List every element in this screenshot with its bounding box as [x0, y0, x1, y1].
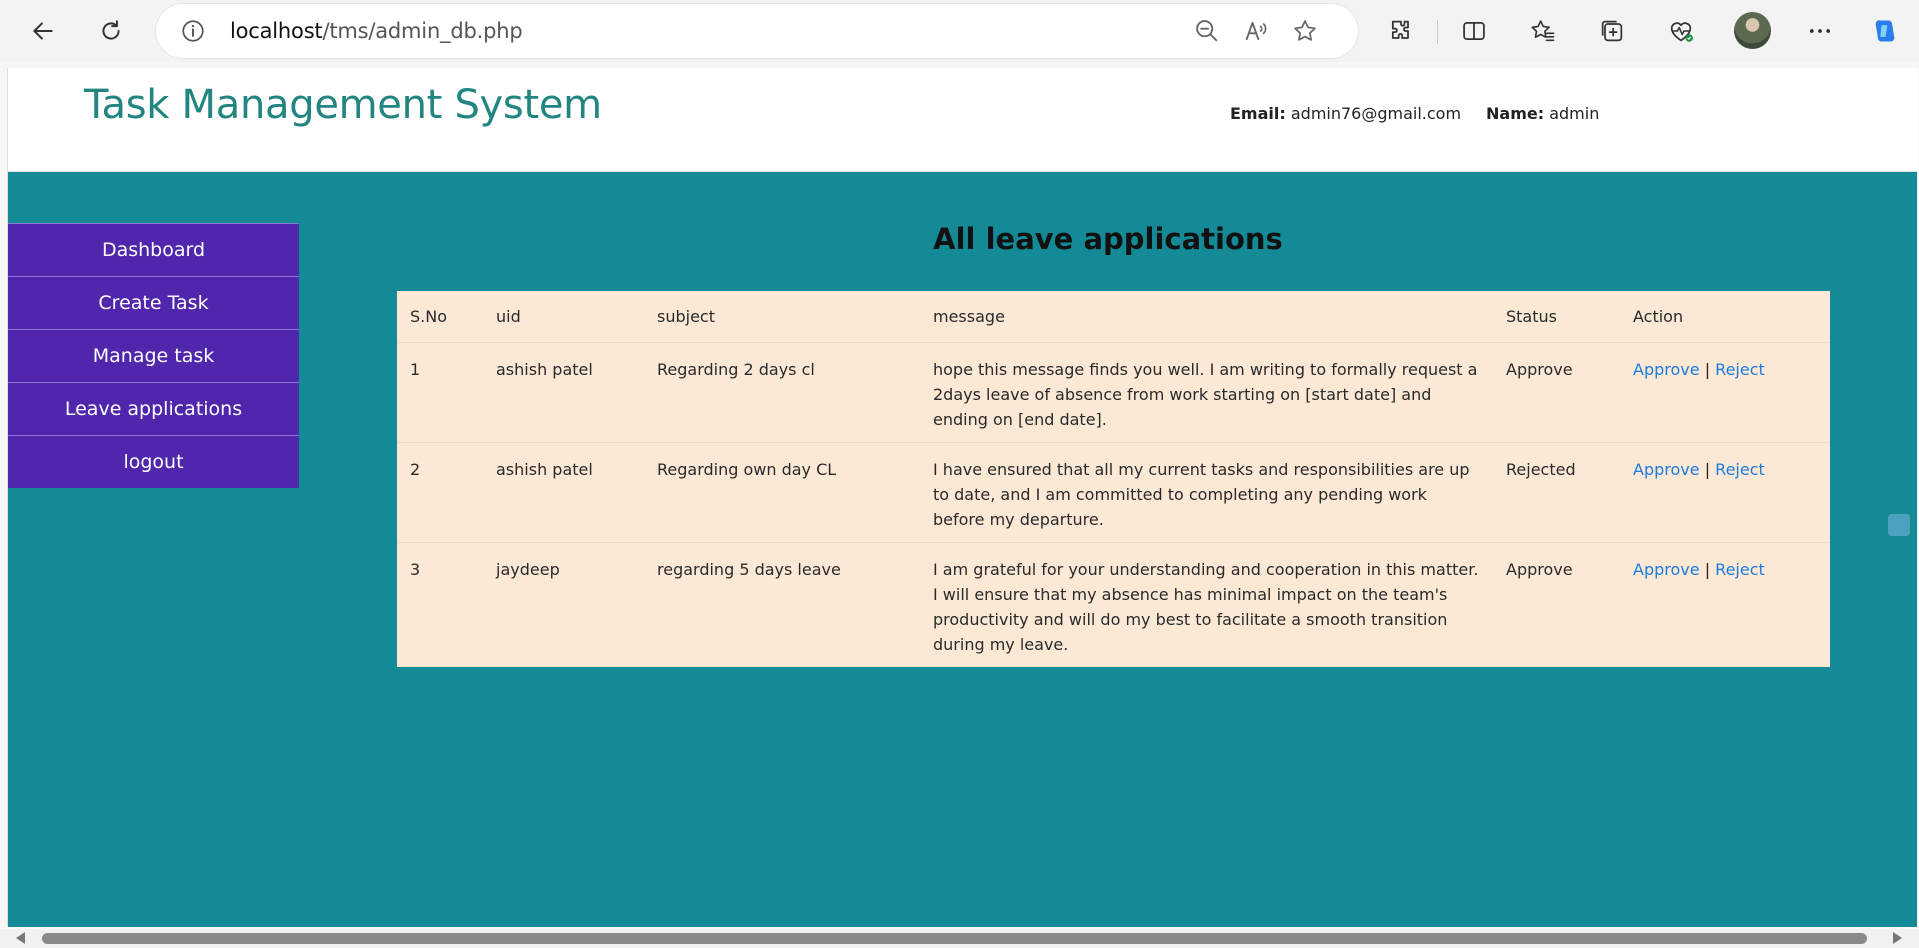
split-screen-icon	[1463, 21, 1485, 41]
sidebar-item-leave-applications[interactable]: Leave applications	[8, 382, 299, 435]
browser-essentials-button[interactable]	[1664, 14, 1698, 48]
site-title: Task Management System	[84, 82, 602, 128]
name-value: admin	[1549, 104, 1600, 123]
email-label: Email:	[1230, 104, 1286, 123]
approve-link[interactable]: Approve	[1633, 460, 1700, 479]
favorite-star-icon[interactable]	[1291, 17, 1319, 45]
action-separator: |	[1704, 459, 1711, 479]
toolbar-divider	[1437, 20, 1438, 44]
cell-message: I have ensured that all my current tasks…	[920, 441, 1493, 542]
site-header: Task Management System Email: admin76@gm…	[8, 68, 1918, 172]
sidebar-item-logout[interactable]: logout	[8, 435, 299, 488]
cell-subject: regarding 5 days leave	[644, 541, 920, 667]
favorites-button[interactable]	[1526, 14, 1560, 48]
table-header-row: S.No uid subject message Status Action	[397, 291, 1830, 342]
back-arrow-icon	[33, 22, 53, 40]
cell-status: Rejected	[1493, 441, 1620, 542]
sidebar-item-create-task[interactable]: Create Task	[8, 276, 299, 329]
action-separator: |	[1704, 359, 1711, 379]
cell-message: hope this message finds you well. I am w…	[920, 341, 1493, 442]
user-email: Email: admin76@gmail.com	[1230, 104, 1461, 123]
reject-link[interactable]: Reject	[1715, 560, 1765, 579]
url-host: localhost	[230, 19, 323, 43]
cell-subject: Regarding own day CL	[644, 441, 920, 542]
page-title: All leave applications	[933, 222, 1283, 256]
column-header-message: message	[933, 307, 1005, 326]
more-dots-icon	[1809, 29, 1831, 33]
collections-button[interactable]	[1595, 14, 1629, 48]
leave-applications-table: S.No uid subject message Status Action 1…	[397, 291, 1830, 667]
cell-action: Approve | Reject	[1620, 441, 1830, 542]
cell-message: I am grateful for your understanding and…	[920, 541, 1493, 667]
action-separator: |	[1704, 559, 1711, 579]
cell-subject: Regarding 2 days cl	[644, 341, 920, 442]
collections-icon	[1601, 20, 1623, 42]
cell-sno: 1	[397, 341, 483, 442]
copilot-button[interactable]	[1868, 14, 1902, 48]
cell-uid: ashish patel	[483, 441, 644, 542]
column-header-status: Status	[1506, 307, 1557, 326]
favorites-icon	[1531, 20, 1555, 42]
column-header-uid: uid	[496, 307, 521, 326]
zoom-out-icon[interactable]	[1193, 17, 1221, 45]
table-row: 3 jaydeep regarding 5 days leave I am gr…	[397, 541, 1830, 667]
reject-link[interactable]: Reject	[1715, 460, 1765, 479]
read-aloud-icon[interactable]	[1242, 17, 1270, 45]
column-header-subject: subject	[657, 307, 715, 326]
puzzle-icon	[1391, 20, 1409, 39]
approve-link[interactable]: Approve	[1633, 560, 1700, 579]
scrollbar-thumb[interactable]	[42, 933, 1867, 944]
url-text[interactable]: localhost/tms/admin_db.php	[230, 19, 523, 43]
sidebar-item-dashboard[interactable]: Dashboard	[8, 223, 299, 276]
column-header-action: Action	[1633, 307, 1684, 326]
cell-action: Approve | Reject	[1620, 541, 1830, 667]
cell-uid: ashish patel	[483, 341, 644, 442]
address-bar[interactable]: localhost/tms/admin_db.php	[156, 4, 1358, 58]
sidebar: Dashboard Create Task Manage task Leave …	[8, 223, 299, 488]
cell-status: Approve	[1493, 541, 1620, 667]
refresh-icon	[102, 20, 120, 40]
site-info-icon[interactable]	[180, 18, 206, 44]
browser-toolbar: localhost/tms/admin_db.php	[0, 0, 1919, 62]
page-content: Task Management System Email: admin76@gm…	[7, 68, 1918, 927]
reject-link[interactable]: Reject	[1715, 360, 1765, 379]
email-value: admin76@gmail.com	[1290, 104, 1462, 123]
horizontal-scrollbar[interactable]	[0, 929, 1919, 948]
heart-pulse-icon	[1670, 22, 1693, 42]
table-row: 1 ashish patel Regarding 2 days cl hope …	[397, 341, 1830, 442]
url-path: /tms/admin_db.php	[322, 19, 523, 43]
back-button[interactable]	[24, 12, 62, 50]
name-label: Name:	[1486, 104, 1545, 123]
table-row: 2 ashish patel Regarding own day CL I ha…	[397, 441, 1830, 542]
column-header-sno: S.No	[410, 307, 447, 326]
settings-more-button[interactable]	[1803, 14, 1837, 48]
side-widget-icon[interactable]	[1888, 514, 1910, 536]
cell-sno: 2	[397, 441, 483, 542]
refresh-button[interactable]	[92, 12, 130, 50]
scroll-right-arrow-icon[interactable]	[1893, 932, 1902, 944]
sidebar-item-manage-task[interactable]: Manage task	[8, 329, 299, 382]
cell-sno: 3	[397, 541, 483, 667]
extensions-button[interactable]	[1384, 14, 1418, 48]
cell-status: Approve	[1493, 341, 1620, 442]
cell-uid: jaydeep	[483, 541, 644, 667]
scroll-left-arrow-icon[interactable]	[16, 932, 25, 944]
copilot-icon	[1875, 20, 1895, 42]
user-name: Name: admin	[1486, 104, 1599, 123]
profile-avatar[interactable]	[1734, 12, 1771, 49]
split-screen-button[interactable]	[1457, 14, 1491, 48]
cell-action: Approve | Reject	[1620, 341, 1830, 442]
approve-link[interactable]: Approve	[1633, 360, 1700, 379]
